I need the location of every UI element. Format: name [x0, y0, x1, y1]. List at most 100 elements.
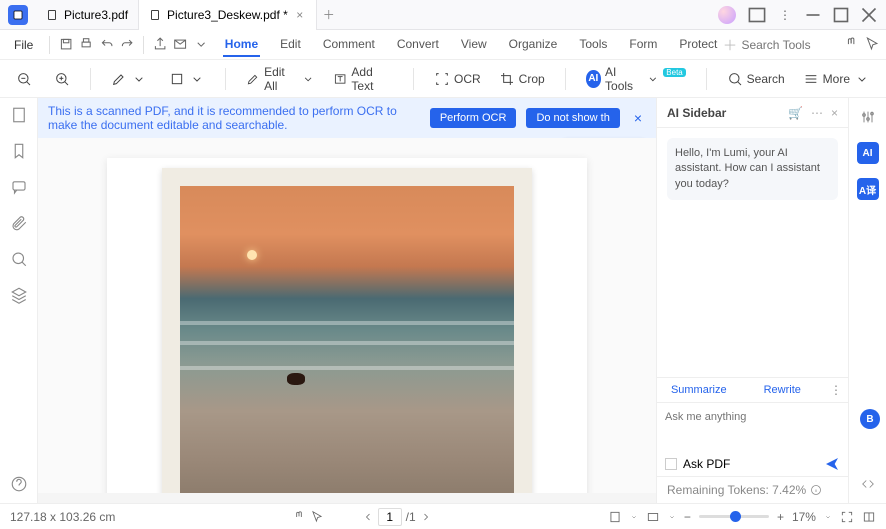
print-icon[interactable]: [78, 34, 94, 56]
quick-more-icon[interactable]: ⋮: [824, 378, 848, 402]
send-icon[interactable]: [824, 456, 840, 472]
thumbnails-icon[interactable]: [10, 106, 28, 124]
chevron-down-icon[interactable]: [630, 513, 638, 521]
view-mode-icon[interactable]: [608, 510, 622, 524]
right-sidebar: AI A译: [848, 98, 886, 503]
more-icon[interactable]: ⋯: [811, 106, 823, 120]
tab-label: Picture3.pdf: [64, 8, 128, 22]
ai-panel-icon[interactable]: AI: [857, 142, 879, 164]
prev-page-icon[interactable]: [362, 511, 374, 523]
page-total: /1: [406, 510, 416, 524]
share-icon[interactable]: [152, 34, 168, 56]
rewrite-button[interactable]: Rewrite: [741, 378, 825, 402]
read-mode-icon[interactable]: [862, 510, 876, 524]
menu-tools[interactable]: Tools: [577, 33, 609, 57]
help-icon[interactable]: [10, 475, 28, 493]
email-icon[interactable]: [172, 34, 188, 56]
ai-sidebar-title: AI Sidebar: [667, 106, 726, 120]
edit-all-button[interactable]: Edit All: [240, 61, 321, 97]
search-button[interactable]: Search: [721, 67, 791, 91]
page-dimensions: 127.18 x 103.26 cm: [10, 510, 115, 524]
tab-picture3-deskew[interactable]: Picture3_Deskew.pdf * ×: [139, 0, 317, 30]
menu-organize[interactable]: Organize: [507, 33, 560, 57]
app-logo: [8, 5, 28, 25]
comments-icon[interactable]: [10, 178, 28, 196]
info-icon[interactable]: [810, 484, 822, 496]
left-sidebar: [0, 98, 38, 503]
select-icon[interactable]: [864, 34, 880, 56]
tab-picture3[interactable]: Picture3.pdf: [36, 0, 139, 30]
more-button[interactable]: More: [797, 67, 876, 91]
ai-greeting: Hello, I'm Lumi, your AI assistant. How …: [667, 138, 838, 200]
pdf-icon: [46, 9, 58, 21]
save-icon[interactable]: [58, 34, 74, 56]
hand-tool-icon[interactable]: [292, 510, 306, 524]
canvas[interactable]: [38, 138, 656, 503]
shape-button[interactable]: [163, 67, 211, 91]
summarize-button[interactable]: Summarize: [657, 378, 741, 402]
layers-icon[interactable]: [10, 286, 28, 304]
maximize-button[interactable]: [828, 4, 854, 26]
add-text-button[interactable]: Add Text: [327, 61, 399, 97]
menu-protect[interactable]: Protect: [677, 33, 719, 57]
document-area: This is a scanned PDF, and it is recomme…: [38, 98, 656, 503]
translate-icon[interactable]: A译: [857, 178, 879, 200]
minimize-button[interactable]: [800, 4, 826, 26]
ocr-button[interactable]: OCR: [428, 67, 487, 91]
menu-comment[interactable]: Comment: [321, 33, 377, 57]
banner-close-icon[interactable]: ×: [630, 110, 646, 126]
ai-sidebar: AI Sidebar 🛒 ⋯ × Hello, I'm Lumi, your A…: [656, 98, 848, 503]
horizontal-scrollbar[interactable]: [38, 493, 656, 503]
ai-float-icon[interactable]: B: [860, 409, 880, 429]
dont-show-button[interactable]: Do not show th: [526, 108, 619, 128]
menu-home[interactable]: Home: [223, 33, 260, 57]
cart-icon[interactable]: 🛒: [788, 106, 803, 120]
ask-pdf-checkbox[interactable]: [665, 458, 677, 470]
polaroid-frame: [162, 168, 532, 503]
sliders-icon[interactable]: [857, 106, 879, 128]
chevron-down-icon[interactable]: [824, 513, 832, 521]
menu-view[interactable]: View: [459, 33, 489, 57]
redo-icon[interactable]: [119, 34, 135, 56]
expand-icon[interactable]: [857, 473, 879, 495]
chevron-down-icon[interactable]: [668, 513, 676, 521]
kebab-icon[interactable]: ⋮: [772, 4, 798, 26]
search-panel-icon[interactable]: [10, 250, 28, 268]
zoom-plus[interactable]: +: [777, 510, 784, 524]
close-sidebar-icon[interactable]: ×: [831, 106, 838, 120]
close-icon[interactable]: ×: [294, 9, 306, 21]
pdf-page: [107, 158, 587, 503]
menu-convert[interactable]: Convert: [395, 33, 441, 57]
menu-edit[interactable]: Edit: [278, 33, 303, 57]
ai-tools-button[interactable]: AIAI ToolsBeta: [580, 61, 692, 97]
dropdown-icon[interactable]: [193, 34, 209, 56]
highlight-button[interactable]: [105, 67, 153, 91]
fit-icon[interactable]: [646, 510, 660, 524]
next-page-icon[interactable]: [420, 511, 432, 523]
menu-form[interactable]: Form: [627, 33, 659, 57]
fullscreen-icon[interactable]: [840, 510, 854, 524]
file-menu[interactable]: File: [6, 34, 41, 56]
page-input[interactable]: [378, 508, 402, 526]
add-tab-button[interactable]: ＋: [317, 6, 341, 23]
attachments-icon[interactable]: [10, 214, 28, 232]
ask-input[interactable]: [665, 411, 840, 441]
hand-icon[interactable]: [843, 34, 859, 56]
zoom-in-button[interactable]: [48, 67, 76, 91]
zoom-out-button[interactable]: [10, 67, 38, 91]
perform-ocr-button[interactable]: Perform OCR: [430, 108, 517, 128]
search-tools-input[interactable]: [741, 38, 831, 52]
pdf-icon: [149, 9, 161, 21]
cursor-tool-icon[interactable]: [310, 510, 324, 524]
bookmarks-icon[interactable]: [10, 142, 28, 160]
search-tools[interactable]: [723, 38, 831, 52]
ocr-banner: This is a scanned PDF, and it is recomme…: [38, 98, 656, 138]
crop-button[interactable]: Crop: [493, 67, 551, 91]
ai-icon: AI: [586, 70, 601, 88]
zoom-minus[interactable]: −: [684, 510, 691, 524]
user-avatar[interactable]: [718, 6, 736, 24]
zoom-slider[interactable]: [699, 515, 769, 518]
close-button[interactable]: [856, 4, 882, 26]
panel-icon[interactable]: [744, 4, 770, 26]
undo-icon[interactable]: [99, 34, 115, 56]
